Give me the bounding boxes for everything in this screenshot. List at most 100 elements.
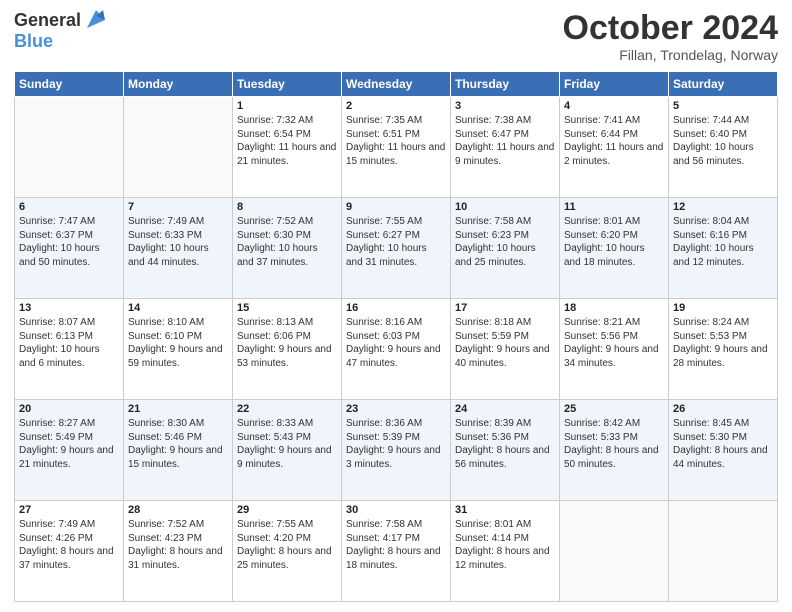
day-number: 12	[673, 201, 773, 213]
day-info: Sunrise: 7:49 AMSunset: 6:33 PMDaylight:…	[128, 215, 228, 269]
day-number: 17	[455, 302, 555, 314]
logo-text: General	[14, 11, 81, 31]
day-number: 21	[128, 403, 228, 415]
day-info: Sunrise: 8:27 AMSunset: 5:49 PMDaylight:…	[19, 417, 119, 471]
calendar-cell: 10Sunrise: 7:58 AMSunset: 6:23 PMDayligh…	[451, 198, 560, 299]
calendar-cell: 21 Sunrise: 8:30 AMSunset: 5:46 PMDayligh…	[124, 400, 233, 501]
calendar-cell: 26 Sunrise: 8:45 AMSunset: 5:30 PMDayligh…	[669, 400, 778, 501]
day-info: Sunrise: 8:21 AMSunset: 5:56 PMDaylight:…	[564, 316, 664, 370]
calendar-cell: 3 Sunrise: 7:38 AMSunset: 6:47 PMDaylight…	[451, 97, 560, 198]
day-number: 19	[673, 302, 773, 314]
day-info: Sunrise: 8:45 AMSunset: 5:30 PMDaylight:…	[673, 417, 773, 471]
calendar-cell: 9Sunrise: 7:55 AMSunset: 6:27 PMDaylight…	[342, 198, 451, 299]
day-number: 15	[237, 302, 337, 314]
day-info: Sunrise: 7:32 AMSunset: 6:54 PMDaylight:…	[237, 114, 337, 168]
day-info: Sunrise: 8:13 AMSunset: 6:06 PMDaylight:…	[237, 316, 337, 370]
day-number: 29	[237, 504, 337, 516]
calendar-cell: 2 Sunrise: 7:35 AMSunset: 6:51 PMDaylight…	[342, 97, 451, 198]
day-number: 27	[19, 504, 119, 516]
calendar-cell: 28Sunrise: 7:52 AMSunset: 4:23 PMDayligh…	[124, 501, 233, 602]
calendar-cell	[15, 97, 124, 198]
title-block: October 2024 Fillan, Trondelag, Norway	[563, 10, 778, 63]
calendar-week-row: 6 Sunrise: 7:47 AMSunset: 6:37 PMDaylight…	[15, 198, 778, 299]
day-info: Sunrise: 8:18 AMSunset: 5:59 PMDaylight:…	[455, 316, 555, 370]
day-number: 30	[346, 504, 446, 516]
day-number: 3	[455, 100, 555, 112]
day-info: Sunrise: 8:33 AMSunset: 5:43 PMDaylight:…	[237, 417, 337, 471]
day-info: Sunrise: 8:42 AMSunset: 5:33 PMDaylight:…	[564, 417, 664, 471]
calendar-cell: 6 Sunrise: 7:47 AMSunset: 6:37 PMDaylight…	[15, 198, 124, 299]
day-number: 10	[455, 201, 555, 213]
day-info: Sunrise: 7:47 AMSunset: 6:37 PMDaylight:…	[19, 215, 119, 269]
title-location: Fillan, Trondelag, Norway	[563, 47, 778, 63]
weekday-header: Monday	[124, 72, 233, 97]
day-number: 18	[564, 302, 664, 314]
day-info: Sunrise: 7:49 AMSunset: 4:26 PMDaylight:…	[19, 518, 119, 572]
day-number: 22	[237, 403, 337, 415]
logo-icon	[83, 6, 109, 32]
day-number: 14	[128, 302, 228, 314]
day-number: 2	[346, 100, 446, 112]
calendar-cell: 31Sunrise: 8:01 AMSunset: 4:14 PMDayligh…	[451, 501, 560, 602]
calendar-cell: 11Sunrise: 8:01 AMSunset: 6:20 PMDayligh…	[560, 198, 669, 299]
day-info: Sunrise: 8:30 AMSunset: 5:46 PMDaylight:…	[128, 417, 228, 471]
day-number: 6	[19, 201, 119, 213]
day-number: 20	[19, 403, 119, 415]
day-info: Sunrise: 8:16 AMSunset: 6:03 PMDaylight:…	[346, 316, 446, 370]
calendar-week-row: 20 Sunrise: 8:27 AMSunset: 5:49 PMDayligh…	[15, 400, 778, 501]
calendar-cell: 8Sunrise: 7:52 AMSunset: 6:30 PMDaylight…	[233, 198, 342, 299]
calendar-cell: 12 Sunrise: 8:04 AMSunset: 6:16 PMDayligh…	[669, 198, 778, 299]
calendar-cell: 24 Sunrise: 8:39 AMSunset: 5:36 PMDayligh…	[451, 400, 560, 501]
day-info: Sunrise: 7:52 AMSunset: 6:30 PMDaylight:…	[237, 215, 337, 269]
logo: General Blue	[14, 10, 109, 50]
page: General Blue October 2024 Fillan, Tronde…	[0, 0, 792, 612]
day-number: 13	[19, 302, 119, 314]
day-info: Sunrise: 7:55 AMSunset: 4:20 PMDaylight:…	[237, 518, 337, 572]
calendar-cell	[124, 97, 233, 198]
weekday-header: Friday	[560, 72, 669, 97]
day-number: 16	[346, 302, 446, 314]
calendar: SundayMondayTuesdayWednesdayThursdayFrid…	[14, 71, 778, 602]
calendar-week-row: 1 Sunrise: 7:32 AMSunset: 6:54 PMDaylight…	[15, 97, 778, 198]
day-number: 26	[673, 403, 773, 415]
calendar-cell	[669, 501, 778, 602]
calendar-cell: 14 Sunrise: 8:10 AMSunset: 6:10 PMDayligh…	[124, 299, 233, 400]
day-info: Sunrise: 7:41 AMSunset: 6:44 PMDaylight:…	[564, 114, 664, 168]
calendar-cell: 20 Sunrise: 8:27 AMSunset: 5:49 PMDayligh…	[15, 400, 124, 501]
calendar-cell: 1 Sunrise: 7:32 AMSunset: 6:54 PMDaylight…	[233, 97, 342, 198]
day-number: 9	[346, 201, 446, 213]
day-info: Sunrise: 8:39 AMSunset: 5:36 PMDaylight:…	[455, 417, 555, 471]
calendar-week-row: 13 Sunrise: 8:07 AMSunset: 6:13 PMDayligh…	[15, 299, 778, 400]
calendar-cell: 5Sunrise: 7:44 AMSunset: 6:40 PMDaylight…	[669, 97, 778, 198]
title-month: October 2024	[563, 10, 778, 47]
calendar-cell: 13 Sunrise: 8:07 AMSunset: 6:13 PMDayligh…	[15, 299, 124, 400]
day-info: Sunrise: 7:35 AMSunset: 6:51 PMDaylight:…	[346, 114, 446, 168]
calendar-cell: 23 Sunrise: 8:36 AMSunset: 5:39 PMDayligh…	[342, 400, 451, 501]
day-number: 28	[128, 504, 228, 516]
day-info: Sunrise: 8:07 AMSunset: 6:13 PMDaylight:…	[19, 316, 119, 370]
calendar-week-row: 27 Sunrise: 7:49 AMSunset: 4:26 PMDayligh…	[15, 501, 778, 602]
header: General Blue October 2024 Fillan, Tronde…	[14, 10, 778, 63]
calendar-cell: 22 Sunrise: 8:33 AMSunset: 5:43 PMDayligh…	[233, 400, 342, 501]
day-info: Sunrise: 8:01 AMSunset: 6:20 PMDaylight:…	[564, 215, 664, 269]
calendar-cell: 16 Sunrise: 8:16 AMSunset: 6:03 PMDayligh…	[342, 299, 451, 400]
calendar-cell: 18 Sunrise: 8:21 AMSunset: 5:56 PMDayligh…	[560, 299, 669, 400]
calendar-cell: 17 Sunrise: 8:18 AMSunset: 5:59 PMDayligh…	[451, 299, 560, 400]
calendar-header-row: SundayMondayTuesdayWednesdayThursdayFrid…	[15, 72, 778, 97]
day-info: Sunrise: 8:24 AMSunset: 5:53 PMDaylight:…	[673, 316, 773, 370]
day-number: 24	[455, 403, 555, 415]
day-number: 1	[237, 100, 337, 112]
day-info: Sunrise: 7:38 AMSunset: 6:47 PMDaylight:…	[455, 114, 555, 168]
day-info: Sunrise: 8:36 AMSunset: 5:39 PMDaylight:…	[346, 417, 446, 471]
weekday-header: Saturday	[669, 72, 778, 97]
logo-text-blue: Blue	[14, 32, 53, 50]
weekday-header: Sunday	[15, 72, 124, 97]
day-info: Sunrise: 8:10 AMSunset: 6:10 PMDaylight:…	[128, 316, 228, 370]
calendar-cell: 7Sunrise: 7:49 AMSunset: 6:33 PMDaylight…	[124, 198, 233, 299]
calendar-cell: 15 Sunrise: 8:13 AMSunset: 6:06 PMDayligh…	[233, 299, 342, 400]
day-number: 5	[673, 100, 773, 112]
weekday-header: Thursday	[451, 72, 560, 97]
day-number: 23	[346, 403, 446, 415]
calendar-cell: 25Sunrise: 8:42 AMSunset: 5:33 PMDayligh…	[560, 400, 669, 501]
day-info: Sunrise: 8:04 AMSunset: 6:16 PMDaylight:…	[673, 215, 773, 269]
